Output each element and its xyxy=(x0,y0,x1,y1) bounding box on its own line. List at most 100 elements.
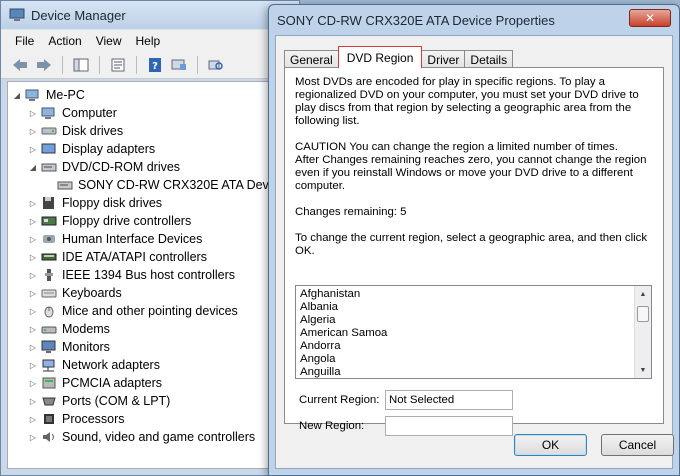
scroll-up-icon[interactable]: ▲ xyxy=(635,286,651,302)
tree-category-node[interactable]: ▷ Computer xyxy=(8,104,292,122)
forward-arrow-icon[interactable] xyxy=(35,56,53,74)
properties-icon[interactable] xyxy=(109,56,127,74)
region-item[interactable]: Anguilla xyxy=(300,366,647,378)
region-item[interactable]: Albania xyxy=(300,301,647,314)
intro-text: Most DVDs are encoded for play in specif… xyxy=(295,76,639,127)
tree-category-node[interactable]: ▷ IEEE 1394 Bus host controllers xyxy=(8,266,292,284)
tree-node-label: Ports (COM & LPT) xyxy=(62,394,171,408)
expand-right-icon[interactable]: ▷ xyxy=(28,306,38,316)
tree-category-node[interactable]: ▷ Mice and other pointing devices xyxy=(8,302,292,320)
expand-right-icon[interactable]: ▷ xyxy=(28,270,38,280)
disk-icon xyxy=(41,127,57,135)
pcmcia-icon xyxy=(42,377,56,389)
expand-right-icon[interactable]: ▷ xyxy=(28,378,38,388)
expand-right-icon[interactable]: ▷ xyxy=(28,288,38,298)
close-button[interactable]: ✕ xyxy=(629,9,671,27)
tree-node-label: Me-PC xyxy=(46,88,85,102)
dialog-body: General DVD Region Driver Details Most D… xyxy=(275,35,674,469)
region-item[interactable]: Andorra xyxy=(300,340,647,353)
expand-right-icon[interactable]: ▷ xyxy=(28,198,38,208)
tree-category-node[interactable]: ▷ Human Interface Devices xyxy=(8,230,292,248)
region-item[interactable]: American Samoa xyxy=(300,327,647,340)
tree-category-node[interactable]: ▷ Monitors xyxy=(8,338,292,356)
tree-category-node[interactable]: ▷ Network adapters xyxy=(8,356,292,374)
sound-icon xyxy=(43,432,54,442)
device-manager-icon xyxy=(9,8,25,21)
svg-text:?: ? xyxy=(152,61,158,72)
firewire-icon xyxy=(45,269,53,281)
dvd-icon xyxy=(41,163,57,172)
tree-category-node[interactable]: ▷ Ports (COM & LPT) xyxy=(8,392,292,410)
ide-icon xyxy=(41,253,57,261)
region-list-scrollbar[interactable]: ▲ ▼ xyxy=(634,286,651,378)
help-icon[interactable]: ? xyxy=(146,56,164,74)
tree-category-node[interactable]: ▷ Floppy drive controllers xyxy=(8,212,292,230)
tab-details[interactable]: Details xyxy=(464,50,514,68)
ok-button[interactable]: OK xyxy=(514,434,587,456)
dialog-titlebar[interactable]: SONY CD-RW CRX320E ATA Device Properties… xyxy=(269,5,679,35)
tab-strip: General DVD Region Driver Details xyxy=(284,46,514,68)
menu-file[interactable]: File xyxy=(15,34,34,48)
tree-category-node[interactable]: ▷ Processors xyxy=(8,410,292,428)
menu-bar: File Action View Help xyxy=(1,29,299,51)
update-driver-icon[interactable] xyxy=(170,56,188,74)
expand-right-icon[interactable]: ▷ xyxy=(28,234,38,244)
scan-hardware-icon[interactable] xyxy=(207,56,225,74)
tree-category-node[interactable]: ▷ Keyboards xyxy=(8,284,292,302)
menu-view[interactable]: View xyxy=(96,34,122,48)
expand-right-icon[interactable]: ▷ xyxy=(28,414,38,424)
current-region-row: Current Region: Not Selected xyxy=(299,390,513,410)
expand-down-icon[interactable]: ◢ xyxy=(28,162,38,172)
tree-category-node[interactable]: ◢ DVD/CD-ROM drives xyxy=(8,158,292,176)
expand-right-icon[interactable]: ▷ xyxy=(28,144,38,154)
tree-node-label: Modems xyxy=(62,322,110,336)
scroll-down-icon[interactable]: ▼ xyxy=(635,362,651,378)
tree-category-node[interactable]: ▷ Floppy disk drives xyxy=(8,194,292,212)
expand-right-icon[interactable]: ▷ xyxy=(28,396,38,406)
tree-category-node[interactable]: ▷ IDE ATA/ATAPI controllers xyxy=(8,248,292,266)
tree-category-node[interactable]: ▷ Sound, video and game controllers xyxy=(8,428,292,446)
menu-help[interactable]: Help xyxy=(136,34,161,48)
tab-driver[interactable]: Driver xyxy=(421,50,466,68)
keyboard-icon xyxy=(41,289,57,298)
tree-device-node[interactable]: SONY CD-RW CRX320E ATA Devi xyxy=(8,176,292,194)
expand-right-icon[interactable]: ▷ xyxy=(28,360,38,370)
tab-general[interactable]: General xyxy=(284,50,339,68)
tree-category-node[interactable]: ▷ Disk drives xyxy=(8,122,292,140)
computer-icon xyxy=(41,107,55,119)
display-icon xyxy=(41,143,56,154)
expand-right-icon[interactable]: ▷ xyxy=(28,108,38,118)
device-manager-titlebar[interactable]: Device Manager xyxy=(1,1,299,29)
region-item[interactable]: Algeria xyxy=(300,314,647,327)
tree-root-node[interactable]: ◢ Me-PC xyxy=(8,86,292,104)
tree-category-node[interactable]: ▷ Display adapters xyxy=(8,140,292,158)
tree-node-label: Mice and other pointing devices xyxy=(62,304,238,318)
window-title: Device Manager xyxy=(31,7,126,23)
network-icon xyxy=(42,359,55,372)
expand-right-icon[interactable]: ▷ xyxy=(28,342,38,352)
menu-action[interactable]: Action xyxy=(48,34,81,48)
region-item[interactable]: Angola xyxy=(300,353,647,366)
toolbar: ? xyxy=(1,51,299,79)
region-item[interactable]: Afghanistan xyxy=(300,288,647,301)
tree-category-node[interactable]: ▷ PCMCIA adapters xyxy=(8,374,292,392)
scroll-thumb[interactable] xyxy=(637,306,649,322)
show-hide-tree-icon[interactable] xyxy=(72,56,90,74)
expand-right-icon[interactable]: ▷ xyxy=(28,216,38,226)
region-list[interactable]: Afghanistan Albania Algeria American Samoa A… xyxy=(295,285,652,379)
expand-right-icon[interactable]: ▷ xyxy=(28,324,38,334)
expand-right-icon[interactable]: ▷ xyxy=(28,126,38,136)
dvd-device-icon xyxy=(57,181,73,190)
cancel-button[interactable]: Cancel xyxy=(601,434,674,456)
expand-down-icon[interactable]: ◢ xyxy=(12,90,22,100)
back-arrow-icon[interactable] xyxy=(11,56,29,74)
tree-node-label: Monitors xyxy=(62,340,110,354)
expand-right-icon[interactable]: ▷ xyxy=(28,252,38,262)
instruction-text: To change the current region, select a g… xyxy=(295,232,648,257)
tree-node-label: Sound, video and game controllers xyxy=(62,430,256,444)
tab-dvd-region[interactable]: DVD Region xyxy=(337,46,423,68)
tree-category-node[interactable]: ▷ Modems xyxy=(8,320,292,338)
expand-right-icon[interactable]: ▷ xyxy=(28,432,38,442)
new-region-field xyxy=(385,416,513,436)
